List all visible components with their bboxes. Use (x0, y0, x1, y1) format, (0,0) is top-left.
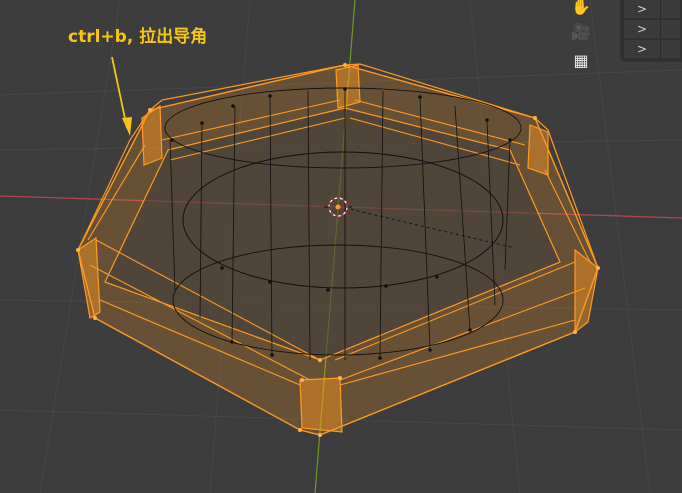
annotation-arrow (111, 56, 132, 136)
chevron-right-icon[interactable]: > (624, 0, 661, 18)
panel-row[interactable]: > (624, 0, 680, 18)
panel-cell (661, 40, 680, 58)
annotation-text: ctrl+b, 拉出导角 (68, 27, 208, 47)
panel-cell (661, 20, 680, 38)
panel-cell (661, 0, 680, 18)
camera-icon[interactable]: 🎥 (566, 17, 596, 45)
panel-row[interactable]: > (624, 40, 680, 58)
sidebar-panel: > > > (620, 0, 682, 62)
chevron-right-icon[interactable]: > (624, 40, 661, 58)
chevron-right-icon[interactable]: > (624, 20, 661, 38)
object-origin (335, 204, 341, 210)
panel-row[interactable]: > (624, 20, 680, 38)
beveled-hex-frame[interactable] (76, 63, 600, 437)
3d-viewport[interactable]: ctrl+b, 拉出导角 ✋ 🎥 ▦ > > > (0, 0, 682, 493)
grid-icon[interactable]: ▦ (566, 46, 596, 74)
